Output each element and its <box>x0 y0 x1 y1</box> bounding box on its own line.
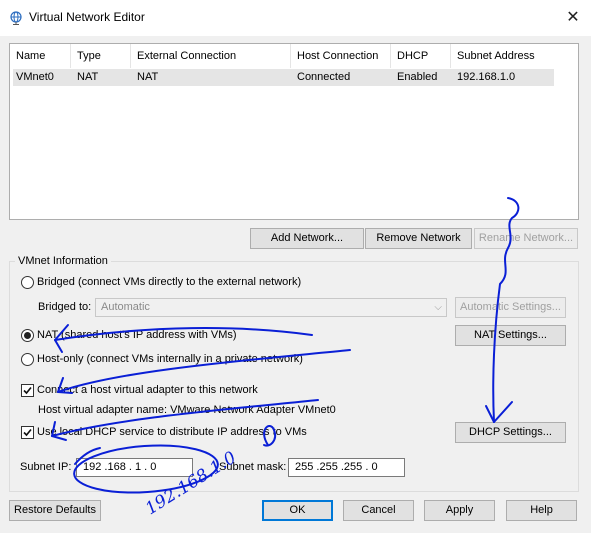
dhcp-settings-button[interactable]: DHCP Settings... <box>455 422 566 443</box>
bridged-to-select[interactable]: Automatic ⌵ <box>95 298 447 317</box>
connect-adapter-checkbox[interactable] <box>21 384 34 397</box>
column-header-host-connection[interactable]: Host Connection <box>291 44 391 68</box>
bridged-to-value: Automatic <box>101 301 150 313</box>
cancel-button[interactable]: Cancel <box>343 500 414 521</box>
connect-adapter-label[interactable]: Connect a host virtual adapter to this n… <box>37 384 258 396</box>
bridged-label[interactable]: Bridged (connect VMs directly to the ext… <box>37 276 301 288</box>
bridged-radio[interactable] <box>21 276 34 289</box>
apply-button[interactable]: Apply <box>424 500 495 521</box>
host-only-label[interactable]: Host-only (connect VMs internally in a p… <box>37 353 303 365</box>
ok-button[interactable]: OK <box>262 500 333 521</box>
bridged-to-label: Bridged to: <box>38 301 92 313</box>
subnet-ip-field[interactable]: 192 .168 . 1 . 0 <box>76 458 193 477</box>
close-icon[interactable]: ✕ <box>556 2 590 34</box>
table-cell-subnet: 192.168.1.0 <box>457 71 516 83</box>
table-cell-name: VMnet0 <box>16 71 54 83</box>
column-header-type[interactable]: Type <box>71 44 131 68</box>
column-header-dhcp[interactable]: DHCP <box>391 44 451 68</box>
add-network-button[interactable]: Add Network... <box>250 228 364 249</box>
table-cell-type: NAT <box>77 71 99 83</box>
chevron-down-icon: ⌵ <box>434 302 442 313</box>
help-button[interactable]: Help <box>506 500 577 521</box>
adapter-name-label: Host virtual adapter name: VMware Networ… <box>38 404 336 416</box>
checkmark-icon <box>23 386 32 395</box>
subnet-mask-label: Subnet mask: <box>219 461 287 473</box>
table-cell-host: Connected <box>297 71 351 83</box>
network-table: Name Type External Connection Host Conne… <box>9 43 579 220</box>
host-only-radio[interactable] <box>21 353 34 366</box>
subnet-ip-label: Subnet IP: <box>20 461 72 473</box>
table-cell-dhcp: Enabled <box>397 71 438 83</box>
vmnet-information-label: VMnet Information <box>15 255 111 267</box>
checkmark-icon <box>23 428 32 437</box>
automatic-settings-button[interactable]: Automatic Settings... <box>455 297 566 318</box>
dhcp-label[interactable]: Use local DHCP service to distribute IP … <box>37 426 307 438</box>
subnet-mask-field[interactable]: 255 .255 .255 . 0 <box>288 458 405 477</box>
restore-defaults-button[interactable]: Restore Defaults <box>9 500 101 521</box>
remove-network-button[interactable]: Remove Network <box>365 228 472 249</box>
rename-network-button[interactable]: Rename Network... <box>474 228 578 249</box>
globe-network-icon <box>10 11 22 25</box>
column-header-subnet-address[interactable]: Subnet Address <box>451 44 554 68</box>
nat-label[interactable]: NAT (shared host's IP address with VMs) <box>37 329 237 341</box>
nat-radio[interactable] <box>21 329 34 342</box>
dhcp-checkbox[interactable] <box>21 426 34 439</box>
column-header-name[interactable]: Name <box>10 44 71 68</box>
window-title: Virtual Network Editor <box>29 10 145 24</box>
nat-settings-button[interactable]: NAT Settings... <box>455 325 566 346</box>
column-header-external-connection[interactable]: External Connection <box>131 44 291 68</box>
table-cell-external: NAT <box>137 71 159 83</box>
